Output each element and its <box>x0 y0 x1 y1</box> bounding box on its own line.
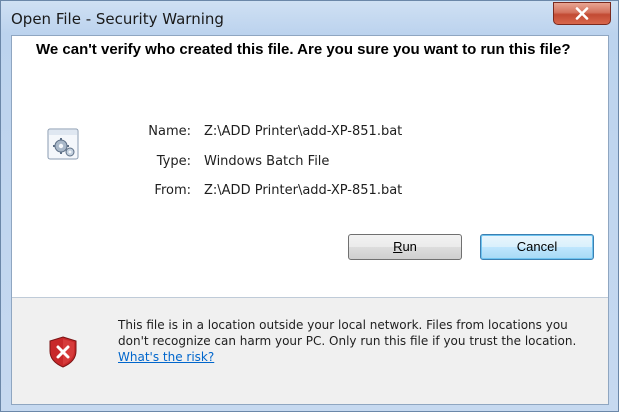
security-warning-dialog: Open File - Security Warning We can't ve… <box>0 0 619 412</box>
file-settings-icon <box>47 128 79 160</box>
title-bar[interactable]: Open File - Security Warning <box>1 1 618 35</box>
cancel-button[interactable]: Cancel <box>480 234 594 260</box>
security-shield-icon <box>49 336 77 373</box>
close-icon <box>575 7 589 20</box>
window-title: Open File - Security Warning <box>11 10 224 28</box>
run-button-label: un <box>402 239 417 254</box>
type-label: Type: <box>156 154 191 169</box>
name-value: Z:\ADD Printer\add-XP-851.bat <box>204 124 403 139</box>
warning-text: This file is in a location outside your … <box>118 318 577 348</box>
name-label: Name: <box>148 124 191 139</box>
close-button[interactable] <box>553 2 611 25</box>
whats-the-risk-link[interactable]: What's the risk? <box>118 350 214 364</box>
run-button[interactable]: Run <box>348 234 462 260</box>
warning-message: This file is in a location outside your … <box>118 317 598 365</box>
warning-headline: We can't verify who created this file. A… <box>36 41 571 58</box>
type-value: Windows Batch File <box>204 154 330 169</box>
from-label: From: <box>154 183 191 198</box>
from-value: Z:\ADD Printer\add-XP-851.bat <box>204 183 403 198</box>
